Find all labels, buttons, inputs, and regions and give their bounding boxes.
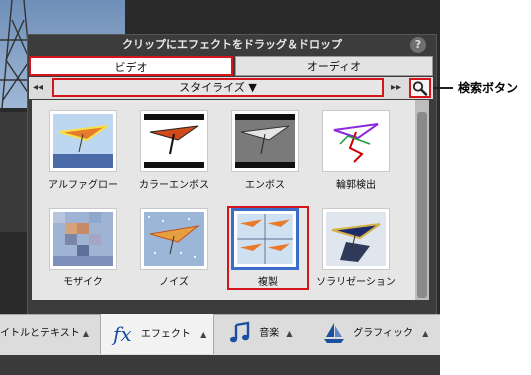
effect-thumb-mosaic[interactable]	[49, 208, 117, 270]
effect-label: 輪郭検出	[336, 180, 376, 191]
tab-video[interactable]: ビデオ	[29, 56, 233, 76]
hang-glider-thumbnail	[144, 212, 204, 266]
caret-up-icon: ▲	[200, 330, 207, 339]
effect-thumb-color-emboss[interactable]	[140, 110, 208, 172]
effect-label: アルファグロー	[48, 180, 118, 191]
effect-label: ソラリゼーション	[316, 277, 396, 288]
effects-button[interactable]: fx エフェクト ▲	[100, 314, 214, 354]
effect-label: 複製	[258, 277, 278, 288]
effect-thumb-edge-detect[interactable]	[322, 110, 390, 172]
hang-glider-thumbnail	[326, 114, 386, 168]
bottom-item-label: 音楽	[259, 328, 280, 339]
panel-title: クリップにエフェクトをドラッグ＆ドロップ	[122, 38, 342, 51]
effect-thumb-duplicate[interactable]	[231, 208, 299, 270]
hang-glider-thumbnail	[326, 212, 386, 266]
caret-up-icon: ▲	[422, 329, 429, 338]
music-button[interactable]: 音楽 ▲	[222, 314, 314, 354]
next-category-icon[interactable]: ▸▸	[391, 80, 405, 96]
effect-label: モザイク	[63, 277, 103, 288]
bottom-item-label: エフェクト	[140, 329, 191, 340]
help-icon[interactable]: ?	[410, 37, 426, 53]
bottom-item-label: イトルとテキスト	[0, 328, 80, 339]
callout-label: 検索ボタン	[458, 81, 519, 95]
caret-up-icon: ▲	[82, 329, 90, 338]
effect-thumb-emboss[interactable]	[231, 110, 299, 172]
scroll-thumb[interactable]	[417, 112, 427, 298]
effect-thumb-solarize[interactable]	[322, 208, 390, 270]
hang-glider-thumbnail	[53, 114, 113, 168]
effect-label: エンボス	[245, 180, 285, 191]
titles-and-text-button[interactable]: イトルとテキスト ▲	[0, 314, 98, 354]
magnifier-icon	[412, 81, 428, 96]
effect-label: ノイズ	[159, 277, 189, 288]
hang-glider-grid-thumbnail	[237, 214, 293, 264]
hang-glider-thumbnail	[144, 114, 204, 168]
effect-thumb-noise[interactable]	[140, 208, 208, 270]
tab-audio[interactable]: オーディオ	[235, 56, 433, 76]
timeline-strip	[0, 112, 30, 232]
category-dropdown[interactable]: スタイライズ ▼	[52, 78, 384, 97]
music-note-icon	[230, 321, 250, 343]
fx-icon: fx	[113, 322, 132, 346]
search-button[interactable]	[409, 78, 431, 98]
effect-label: カラーエンボス	[139, 180, 209, 191]
sailboat-icon	[324, 323, 344, 343]
bottom-item-label: グラフィック	[353, 328, 413, 339]
hang-glider-thumbnail	[235, 114, 295, 168]
caret-up-icon: ▲	[286, 329, 293, 338]
prev-category-icon[interactable]: ◂◂	[33, 80, 47, 96]
mosaic-thumbnail	[53, 212, 113, 266]
effect-thumb-alpha-glow[interactable]	[49, 110, 117, 172]
callout-line	[433, 87, 453, 89]
graphics-button[interactable]: グラフィック ▲	[318, 314, 436, 354]
window-bottom-edge	[0, 355, 440, 375]
